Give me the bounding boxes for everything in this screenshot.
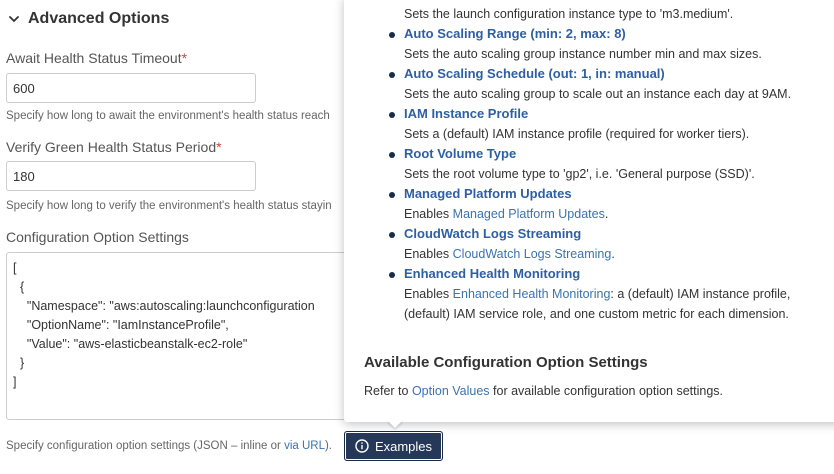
available-settings-text: Refer to Option Values for available con… bbox=[364, 384, 724, 398]
feature-desc: Sets a (default) IAM instance profile (r… bbox=[404, 127, 750, 141]
config-settings-textarea[interactable]: [ { "Namespace": "aws:autoscaling:launch… bbox=[6, 252, 366, 420]
bullet bbox=[389, 72, 395, 78]
available-settings-title: Available Configuration Option Settings bbox=[364, 354, 648, 371]
feature-desc-line2: (default) IAM service role, and one cust… bbox=[404, 307, 789, 321]
bullet bbox=[389, 112, 395, 118]
feature-desc: Enables Managed Platform Updates. bbox=[404, 207, 609, 221]
list-item: Root Volume Type Sets the root volume ty… bbox=[389, 144, 834, 184]
await-health-input[interactable] bbox=[6, 73, 256, 103]
bullet bbox=[389, 192, 395, 198]
enhanced-health-link[interactable]: Enhanced Health Monitoring bbox=[453, 287, 611, 301]
list-item: Enhanced Health Monitoring Enables Enhan… bbox=[389, 264, 834, 324]
feature-title[interactable]: Root Volume Type bbox=[389, 144, 834, 164]
feature-desc: Sets the auto scaling group to scale out… bbox=[404, 87, 792, 101]
popup-arrow bbox=[387, 420, 403, 428]
list-item: Sets the launch configuration instance t… bbox=[389, 4, 834, 24]
verify-green-help: Specify how long to verify the environme… bbox=[6, 200, 332, 212]
json-line: { bbox=[13, 280, 25, 294]
bullet bbox=[389, 232, 395, 238]
feature-title[interactable]: Auto Scaling Range (min: 2, max: 8) bbox=[389, 24, 834, 44]
verify-green-label: Verify Green Health Status Period* bbox=[6, 139, 222, 155]
list-item: IAM Instance Profile Sets a (default) IA… bbox=[389, 104, 834, 144]
section-title: Advanced Options bbox=[28, 10, 170, 27]
option-values-link[interactable]: Option Values bbox=[412, 384, 490, 398]
list-item: Auto Scaling Range (min: 2, max: 8) Sets… bbox=[389, 24, 834, 64]
verify-green-input[interactable] bbox=[6, 161, 256, 191]
json-line: "OptionName": "IamInstanceProfile", bbox=[13, 318, 229, 332]
config-settings-label: Configuration Option Settings bbox=[6, 229, 189, 245]
feature-title[interactable]: Managed Platform Updates bbox=[389, 184, 834, 204]
cloudwatch-logs-link[interactable]: CloudWatch Logs Streaming bbox=[453, 247, 612, 261]
list-item: CloudWatch Logs Streaming Enables CloudW… bbox=[389, 224, 834, 264]
feature-desc: Sets the root volume type to 'gp2', i.e.… bbox=[404, 167, 755, 181]
list-item: Managed Platform Updates Enables Managed… bbox=[389, 184, 834, 224]
examples-button-label: Examples bbox=[374, 438, 433, 454]
managed-platform-updates-link[interactable]: Managed Platform Updates bbox=[453, 207, 605, 221]
bullet bbox=[389, 152, 395, 158]
json-line: "Value": "aws-elasticbeanstalk-ec2-role" bbox=[13, 337, 248, 351]
feature-desc: Sets the launch configuration instance t… bbox=[404, 7, 734, 21]
feature-title[interactable]: CloudWatch Logs Streaming bbox=[389, 224, 834, 244]
json-line: } bbox=[13, 356, 25, 370]
feature-desc: Sets the auto scaling group instance num… bbox=[404, 47, 762, 61]
await-health-label: Await Health Status Timeout* bbox=[6, 50, 188, 66]
feature-title[interactable]: IAM Instance Profile bbox=[389, 104, 834, 124]
feature-title[interactable]: Enhanced Health Monitoring bbox=[389, 264, 834, 284]
advanced-options-header[interactable]: Advanced Options bbox=[8, 10, 169, 28]
json-line: "Namespace": "aws:autoscaling:launchconf… bbox=[13, 299, 315, 313]
bullet bbox=[389, 272, 395, 278]
via-url-link[interactable]: via URL bbox=[284, 440, 325, 452]
json-line: [ bbox=[13, 261, 17, 275]
info-circle-icon bbox=[355, 439, 369, 453]
config-settings-help: Specify configuration option settings (J… bbox=[6, 440, 332, 452]
json-line: ] bbox=[13, 375, 17, 389]
feature-desc: Enables Enhanced Health Monitoring: a (d… bbox=[404, 287, 791, 301]
chevron-down-icon bbox=[9, 16, 19, 22]
examples-button[interactable]: Examples bbox=[344, 431, 443, 461]
feature-list: Sets the launch configuration instance t… bbox=[389, 4, 834, 324]
feature-desc: Enables CloudWatch Logs Streaming. bbox=[404, 247, 615, 261]
list-item: Auto Scaling Schedule (out: 1, in: manua… bbox=[389, 64, 834, 104]
await-health-help: Specify how long to await the environmen… bbox=[6, 110, 330, 122]
bullet bbox=[389, 32, 395, 38]
feature-title[interactable]: Auto Scaling Schedule (out: 1, in: manua… bbox=[389, 64, 834, 84]
